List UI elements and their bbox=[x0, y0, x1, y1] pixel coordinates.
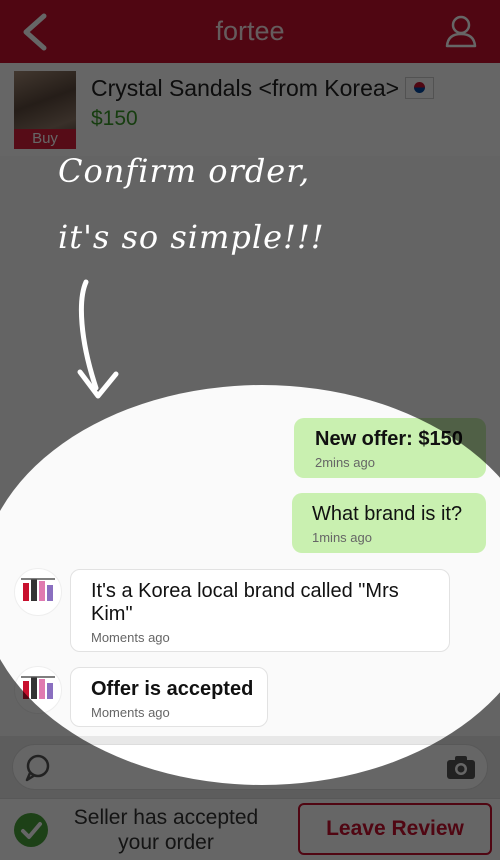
app-header: fortee bbox=[0, 0, 500, 63]
message-bubble: What brand is it? 1mins ago bbox=[292, 493, 486, 553]
korea-flag-icon bbox=[405, 77, 435, 99]
product-name-row: Crystal Sandals <from Korea> bbox=[91, 75, 435, 102]
page-title: fortee bbox=[215, 16, 285, 46]
product-price: $150 bbox=[91, 107, 138, 130]
buy-tag[interactable]: Buy bbox=[14, 129, 76, 149]
avatar[interactable] bbox=[14, 568, 62, 616]
tutorial-hint-line-1: Confirm order, bbox=[58, 152, 311, 190]
product-thumbnail[interactable]: Buy bbox=[14, 71, 76, 149]
message-bubble: Offer is accepted Moments ago bbox=[70, 667, 268, 727]
leave-review-button[interactable]: Leave Review bbox=[298, 803, 492, 855]
profile-icon[interactable] bbox=[444, 14, 478, 48]
check-icon bbox=[14, 813, 48, 847]
product-card[interactable]: Buy Crystal Sandals <from Korea> $150 bbox=[0, 63, 500, 157]
message-time: 1mins ago bbox=[312, 530, 372, 545]
avatar[interactable] bbox=[14, 666, 62, 714]
shop-avatar-icon bbox=[21, 578, 55, 601]
message-text: Offer is accepted bbox=[91, 678, 254, 700]
camera-icon[interactable] bbox=[445, 755, 477, 781]
message-bubble: New offer: $150 2mins ago bbox=[294, 418, 486, 478]
message-text: What brand is it? bbox=[312, 503, 463, 525]
message-input[interactable] bbox=[12, 744, 488, 790]
shop-avatar-icon bbox=[21, 676, 55, 699]
order-status-bar: Seller has accepted your order Leave Rev… bbox=[0, 798, 500, 861]
message-text: It's a Korea local brand called "Mrs Kim… bbox=[91, 580, 399, 625]
message-time: Moments ago bbox=[91, 705, 170, 720]
message-bubble: It's a Korea local brand called "Mrs Kim… bbox=[70, 569, 450, 652]
tutorial-hint-line-2: it's so simple!!! bbox=[58, 218, 325, 256]
message-time: Moments ago bbox=[91, 630, 170, 645]
product-name: Crystal Sandals <from Korea> bbox=[91, 75, 400, 101]
composer-bar bbox=[0, 736, 500, 798]
message-time: 2mins ago bbox=[315, 455, 375, 470]
order-status-text: Seller has accepted your order bbox=[73, 806, 259, 854]
message-text: New offer: $150 bbox=[315, 428, 463, 450]
chat-bubble-icon bbox=[25, 754, 50, 782]
